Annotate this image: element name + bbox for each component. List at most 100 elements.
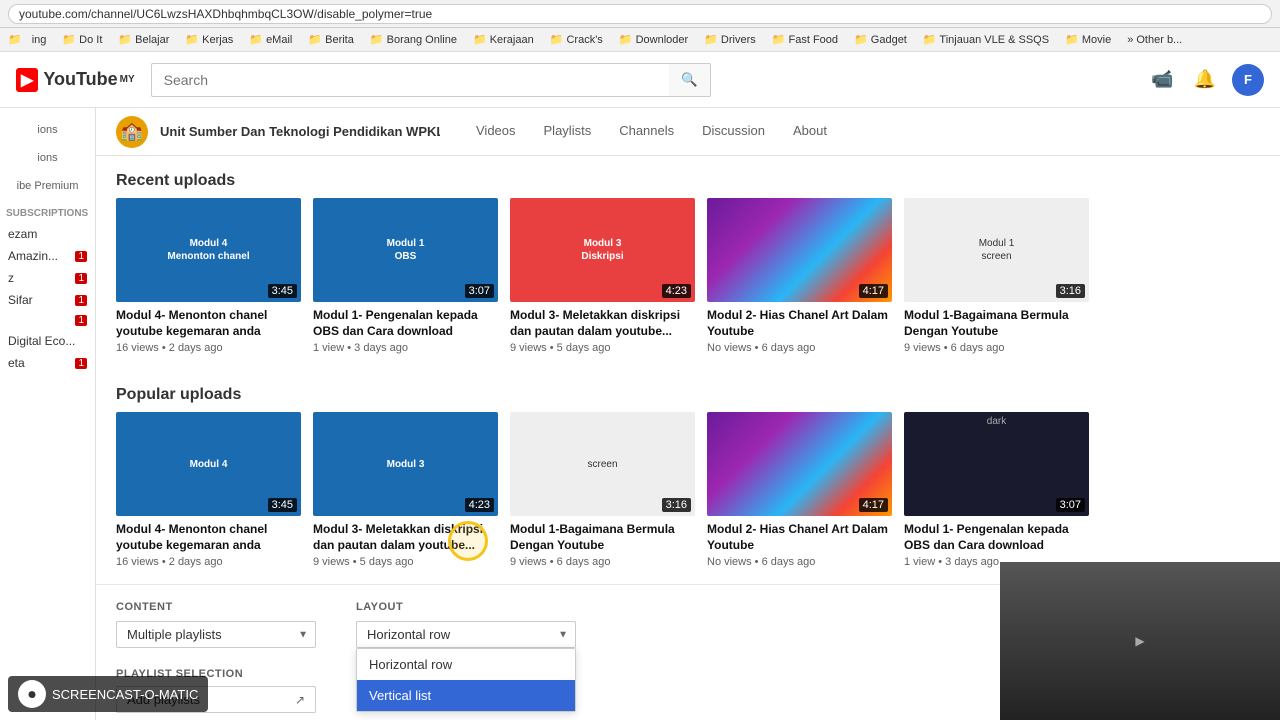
video-card-r3[interactable]: Modul 3Diskripsi 4:23 Modul 3- Meletakka… xyxy=(510,198,695,354)
thumbnail-r2: Modul 1OBS 3:07 xyxy=(313,198,498,302)
video-card-p1[interactable]: Modul 4 3:45 Modul 4- Menonton chanel yo… xyxy=(116,412,301,568)
title-r5: Modul 1-Bagaimana Bermula Dengan Youtube xyxy=(904,308,1089,339)
user-avatar[interactable]: F xyxy=(1232,64,1264,96)
bookmark-gadget[interactable]: 📁 Gadget xyxy=(848,32,913,47)
header-right: 📹 🔔 F xyxy=(1147,64,1264,96)
bookmark-movie[interactable]: 📁 Movie xyxy=(1059,32,1117,47)
title-p1: Modul 4- Menonton chanel youtube kegemar… xyxy=(116,522,301,553)
video-card-r1[interactable]: Modul 4Menonton chanel 3:45 Modul 4- Men… xyxy=(116,198,301,354)
sidebar-sub-blank[interactable]: 1 xyxy=(0,311,95,330)
youtube-country: MY xyxy=(120,74,135,85)
layout-select-box[interactable]: Horizontal row xyxy=(356,621,576,648)
content-label: CONTENT xyxy=(116,601,316,613)
search-input[interactable] xyxy=(151,63,669,97)
bell-icon[interactable]: 🔔 xyxy=(1190,65,1220,94)
youtube-logo[interactable]: ▶ YouTube MY xyxy=(16,68,135,92)
thumbnail-r5: Modul 1screen 3:16 xyxy=(904,198,1089,302)
layout-dropdown[interactable]: Horizontal row ▼ Horizontal row Vertical… xyxy=(356,621,576,648)
layout-dropdown-menu: Horizontal row Vertical list xyxy=(356,648,576,712)
meta-r3: 9 views • 5 days ago xyxy=(510,342,695,354)
meta-r5: 9 views • 6 days ago xyxy=(904,342,1089,354)
bookmark-borang[interactable]: 📁 Borang Online xyxy=(364,32,463,47)
screencast-label: SCREENCAST-O-MATIC xyxy=(52,687,198,702)
title-r4: Modul 2- Hias Chanel Art Dalam Youtube xyxy=(707,308,892,339)
layout-label: LAYOUT xyxy=(356,601,576,613)
bookmark-drivers[interactable]: 📁 Drivers xyxy=(698,32,762,47)
popular-video-grid: Modul 4 3:45 Modul 4- Menonton chanel yo… xyxy=(96,412,1280,584)
url-bar[interactable]: youtube.com/channel/UC6LwzsHAXDhbqhmbqCL… xyxy=(8,4,1272,24)
bookmark-ing[interactable]: ing xyxy=(26,33,53,47)
thumbnail-p4: 4:17 xyxy=(707,412,892,516)
duration-r2: 3:07 xyxy=(465,284,494,298)
bookmark-belajar[interactable]: 📁 Belajar xyxy=(112,32,175,47)
video-card-r5[interactable]: Modul 1screen 3:16 Modul 1-Bagaimana Ber… xyxy=(904,198,1089,354)
search-button[interactable]: 🔍 xyxy=(669,63,711,97)
channel-nav: 🏫 Unit Sumber Dan Teknologi Pendidikan W… xyxy=(96,108,1280,156)
sidebar-sub-digital[interactable]: Digital Eco... xyxy=(0,330,95,352)
bookmarks-bar: 📁 ing 📁 Do It 📁 Belajar 📁 Kerjas 📁 eMail… xyxy=(0,28,1280,52)
content-select[interactable]: Multiple playlists xyxy=(116,621,316,648)
external-link-icon: ↗ xyxy=(295,693,305,707)
bookmark-berita[interactable]: 📁 Berita xyxy=(302,32,360,47)
thumbnail-p3: screen 3:16 xyxy=(510,412,695,516)
sub-name-ezam: ezam xyxy=(8,227,37,241)
video-camera-icon[interactable]: 📹 xyxy=(1147,65,1177,94)
layout-option-horizontal[interactable]: Horizontal row xyxy=(357,649,575,680)
bookmark-doit[interactable]: 📁 Do It xyxy=(56,32,108,47)
video-card-r4[interactable]: 4:17 Modul 2- Hias Chanel Art Dalam Yout… xyxy=(707,198,892,354)
tab-playlists[interactable]: Playlists xyxy=(532,111,604,152)
title-r2: Modul 1- Pengenalan kepada OBS dan Cara … xyxy=(313,308,498,339)
sub-name-amazing: Amazin... xyxy=(8,249,58,263)
browser-chrome: youtube.com/channel/UC6LwzsHAXDhbqhmbqCL… xyxy=(0,0,1280,28)
sidebar-sub-eta[interactable]: eta 1 xyxy=(0,352,95,374)
sidebar-item-ions2[interactable]: ions xyxy=(0,144,95,172)
sidebar-sub-ezam[interactable]: ezam xyxy=(0,223,95,245)
video-card-p2[interactable]: Modul 3 4:23 Modul 3- Meletakkan diskrip… xyxy=(313,412,498,568)
duration-r3: 4:23 xyxy=(662,284,691,298)
duration-p3: 3:16 xyxy=(662,498,691,512)
video-popup[interactable]: ▶ xyxy=(1000,562,1280,720)
duration-r5: 3:16 xyxy=(1056,284,1085,298)
sub-name-z: z xyxy=(8,271,14,285)
sub-count-sifar: 1 xyxy=(75,295,87,306)
thumbnail-r4: 4:17 xyxy=(707,198,892,302)
video-card-r2[interactable]: Modul 1OBS 3:07 Modul 1- Pengenalan kepa… xyxy=(313,198,498,354)
sidebar-sub-z[interactable]: z 1 xyxy=(0,267,95,289)
bookmark-cracks[interactable]: 📁 Crack's xyxy=(544,32,609,47)
video-card-p3[interactable]: screen 3:16 Modul 1-Bagaimana Bermula De… xyxy=(510,412,695,568)
channel-name: Unit Sumber Dan Teknologi Pendidikan WPK… xyxy=(160,124,440,139)
sidebar-sub-amazing[interactable]: Amazin... 1 xyxy=(0,245,95,267)
bookmark-other[interactable]: » Other b... xyxy=(1121,33,1188,47)
bookmark-downloder[interactable]: 📁 Downloder xyxy=(613,32,694,47)
tab-discussion[interactable]: Discussion xyxy=(690,111,777,152)
recent-video-grid: Modul 4Menonton chanel 3:45 Modul 4- Men… xyxy=(96,198,1280,370)
tab-videos[interactable]: Videos xyxy=(464,111,528,152)
sidebar-item-premium[interactable]: ibe Premium xyxy=(0,172,95,200)
tab-about[interactable]: About xyxy=(781,111,839,152)
meta-p1: 16 views • 2 days ago xyxy=(116,556,301,568)
screencast-watermark: ⏺ SCREENCAST-O-MATIC xyxy=(8,676,208,712)
bookmark-folder-icon: 📁 xyxy=(8,33,22,46)
video-card-p5[interactable]: dark 3:07 Modul 1- Pengenalan kepada OBS… xyxy=(904,412,1089,568)
sidebar-item-ions[interactable]: ions xyxy=(0,116,95,144)
bookmark-kerjas[interactable]: 📁 Kerjas xyxy=(179,32,239,47)
video-card-p4[interactable]: 4:17 Modul 2- Hias Chanel Art Dalam Yout… xyxy=(707,412,892,568)
bookmark-fastfood[interactable]: 📁 Fast Food xyxy=(766,32,844,47)
thumbnail-p1: Modul 4 3:45 xyxy=(116,412,301,516)
thumbnail-p5: dark 3:07 xyxy=(904,412,1089,516)
sub-name-digital: Digital Eco... xyxy=(8,334,75,348)
content-dropdown[interactable]: Multiple playlists ▼ xyxy=(116,621,316,648)
bookmark-kerajaan[interactable]: 📁 Kerajaan xyxy=(467,32,540,47)
title-r1: Modul 4- Menonton chanel youtube kegemar… xyxy=(116,308,301,339)
sub-name-sifar: Sifar xyxy=(8,293,33,307)
title-p2: Modul 3- Meletakkan diskripsi dan pautan… xyxy=(313,522,498,553)
bookmark-email[interactable]: 📁 eMail xyxy=(243,32,298,47)
recent-section-title: Recent uploads xyxy=(96,156,1280,198)
layout-option-vertical[interactable]: Vertical list xyxy=(357,680,575,711)
sidebar-sub-sifar[interactable]: Sifar 1 xyxy=(0,289,95,311)
duration-r4: 4:17 xyxy=(859,284,888,298)
sidebar: ions ions ibe Premium Subscriptions ezam… xyxy=(0,108,96,720)
sub-count-blank: 1 xyxy=(75,315,87,326)
tab-channels[interactable]: Channels xyxy=(607,111,686,152)
bookmark-tinjauan[interactable]: 📁 Tinjauan VLE & SSQS xyxy=(917,32,1055,47)
